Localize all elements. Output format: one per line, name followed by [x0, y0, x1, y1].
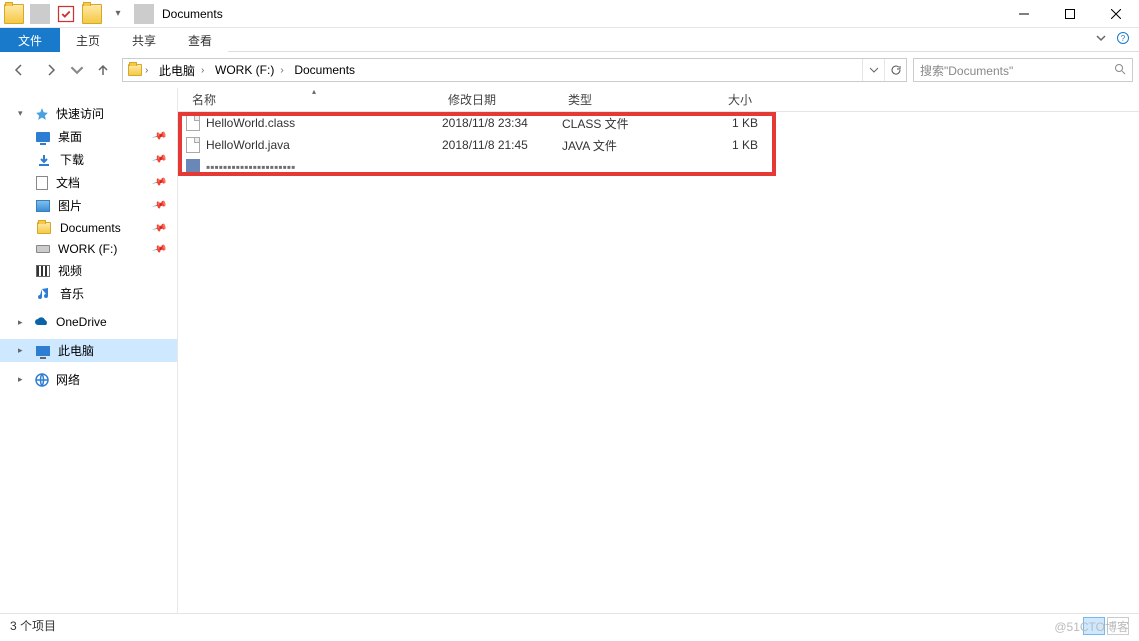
sidebar-item-videos[interactable]: 视频 [0, 259, 177, 282]
quick-access-toolbar: ▾ [0, 4, 154, 24]
close-button[interactable] [1093, 0, 1139, 28]
music-icon [36, 286, 52, 302]
chevron-right-icon: ▸ [18, 317, 28, 328]
network-icon [34, 372, 50, 388]
forward-button[interactable] [38, 57, 64, 83]
properties-icon[interactable] [56, 4, 76, 24]
breadcrumb-drive[interactable]: WORK (F:) [211, 59, 278, 81]
ribbon-expand-icon[interactable] [1095, 32, 1107, 47]
network-header[interactable]: ▸ 网络 [0, 368, 177, 391]
ribbon: 文件 主页 共享 查看 ? [0, 28, 1139, 52]
onedrive-label: OneDrive [56, 315, 107, 329]
quick-access-label: 快速访问 [56, 105, 104, 122]
pin-icon: 📌 [151, 198, 167, 214]
chevron-right-icon: ▸ [18, 374, 28, 385]
thispc-label: 此电脑 [58, 342, 94, 359]
file-row[interactable]: HelloWorld.class 2018/11/8 23:34 CLASS 文… [178, 112, 1139, 134]
recent-dropdown[interactable] [70, 57, 84, 83]
column-type[interactable]: 类型 [562, 91, 688, 108]
quick-access-header[interactable]: ▾ 快速访问 [0, 102, 177, 125]
sidebar-item-pictures[interactable]: 图片📌 [0, 194, 177, 217]
chevron-right-icon[interactable]: › [280, 65, 288, 76]
onedrive-header[interactable]: ▸ OneDrive [0, 311, 177, 333]
pin-icon: 📌 [151, 175, 167, 191]
title-bar: ▾ Documents [0, 0, 1139, 28]
star-icon [34, 106, 50, 122]
svg-text:?: ? [1121, 34, 1126, 43]
pc-icon [36, 346, 50, 356]
column-headers: 名称▴ 修改日期 类型 大小 [178, 88, 1139, 112]
divider [30, 4, 50, 24]
drive-icon [36, 245, 50, 253]
navigation-bar: › 此电脑 › WORK (F:) › Documents 搜索"Documen… [0, 52, 1139, 88]
file-row[interactable]: HelloWorld.java 2018/11/8 21:45 JAVA 文件 … [178, 134, 1139, 156]
tab-share[interactable]: 共享 [116, 28, 172, 52]
sort-asc-icon: ▴ [312, 87, 316, 96]
main-area: ▾ 快速访问 桌面📌 下载📌 文档📌 图片📌 Documents📌 WORK (… [0, 88, 1139, 613]
search-placeholder: 搜索"Documents" [920, 62, 1013, 79]
file-tab[interactable]: 文件 [0, 28, 60, 52]
pictures-icon [36, 200, 50, 212]
thispc-header[interactable]: ▸ 此电脑 [0, 339, 177, 362]
video-icon [36, 265, 50, 277]
column-name[interactable]: 名称▴ [186, 91, 442, 108]
search-icon [1114, 63, 1126, 78]
window-title: Documents [162, 7, 223, 21]
word-icon [186, 159, 200, 175]
column-date[interactable]: 修改日期 [442, 91, 562, 108]
folder-icon [127, 62, 143, 78]
sidebar-item-drive[interactable]: WORK (F:)📌 [0, 239, 177, 259]
file-icon [186, 115, 200, 131]
network-label: 网络 [56, 371, 80, 388]
desktop-icon [36, 132, 50, 142]
address-dropdown-icon[interactable] [862, 59, 884, 81]
chevron-down-icon: ▾ [18, 108, 28, 119]
item-count: 3 个项目 [10, 617, 56, 634]
tab-home[interactable]: 主页 [60, 28, 116, 52]
file-icon [186, 137, 200, 153]
navigation-pane: ▾ 快速访问 桌面📌 下载📌 文档📌 图片📌 Documents📌 WORK (… [0, 88, 178, 613]
minimize-button[interactable] [1001, 0, 1047, 28]
chevron-right-icon: ▸ [18, 345, 28, 356]
breadcrumb-thispc[interactable]: 此电脑 [155, 59, 199, 81]
pin-icon: 📌 [151, 129, 167, 145]
sidebar-item-folder[interactable]: Documents📌 [0, 217, 177, 239]
search-input[interactable]: 搜索"Documents" [913, 58, 1133, 82]
refresh-icon[interactable] [884, 59, 906, 81]
chevron-right-icon[interactable]: › [145, 65, 153, 76]
sidebar-item-downloads[interactable]: 下载📌 [0, 148, 177, 171]
maximize-button[interactable] [1047, 0, 1093, 28]
chevron-right-icon[interactable]: › [201, 65, 209, 76]
folder-icon [36, 220, 52, 236]
download-icon [36, 152, 52, 168]
folder-icon [4, 4, 24, 24]
onedrive-icon [34, 314, 50, 330]
file-list: 名称▴ 修改日期 类型 大小 HelloWorld.class 2018/11/… [178, 88, 1139, 613]
pin-icon: 📌 [151, 241, 167, 257]
status-bar: 3 个项目 [0, 613, 1139, 637]
tab-view[interactable]: 查看 [172, 28, 228, 52]
folder-icon[interactable] [82, 4, 102, 24]
help-icon[interactable]: ? [1117, 32, 1129, 47]
sidebar-item-documents[interactable]: 文档📌 [0, 171, 177, 194]
back-button[interactable] [6, 57, 32, 83]
file-row[interactable]: ▪▪▪▪▪▪▪▪▪▪▪▪▪▪▪▪▪▪▪▪▪ [178, 156, 1139, 178]
watermark: @51CTO博客 [1054, 618, 1129, 635]
pin-icon: 📌 [151, 220, 167, 236]
up-button[interactable] [90, 57, 116, 83]
breadcrumb-folder[interactable]: Documents [290, 59, 359, 81]
divider [134, 4, 154, 24]
qat-dropdown-icon[interactable]: ▾ [108, 4, 128, 24]
column-size[interactable]: 大小 [688, 91, 758, 108]
sidebar-item-desktop[interactable]: 桌面📌 [0, 125, 177, 148]
address-bar[interactable]: › 此电脑 › WORK (F:) › Documents [122, 58, 907, 82]
document-icon [36, 176, 48, 190]
sidebar-item-music[interactable]: 音乐 [0, 282, 177, 305]
pin-icon: 📌 [151, 152, 167, 168]
